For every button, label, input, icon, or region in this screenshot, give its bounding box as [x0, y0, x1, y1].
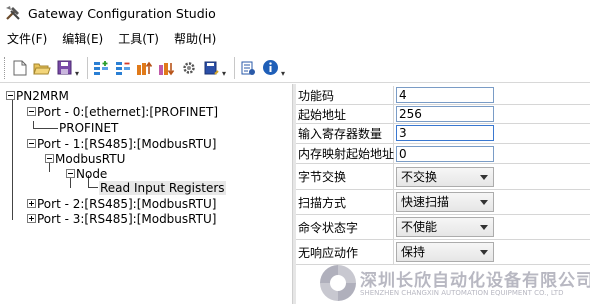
collapse-icon[interactable]: [45, 154, 54, 163]
tools-app-icon: [4, 4, 22, 22]
property-row: 命令状态字 不使能: [296, 215, 590, 240]
menu-help[interactable]: 帮助(H): [171, 29, 219, 49]
expand-icon[interactable]: [27, 214, 36, 223]
memory-map-start-field[interactable]: 0: [396, 146, 494, 162]
select-value: 保持: [401, 245, 426, 259]
company-watermark: 深圳长欣自动化设备有限公司 SHENZHEN CHANGXIN AUTOMATI…: [318, 262, 590, 304]
title-bar: Gateway Configuration Studio: [0, 0, 590, 26]
property-label: 输入寄存器数量: [296, 124, 394, 143]
chevron-down-icon: [480, 175, 488, 180]
tree-item-port1[interactable]: Port - 1:[RS485]:[ModbusRTU]: [27, 136, 216, 152]
tree-item-read-input-registers[interactable]: Read Input Registers: [99, 180, 226, 196]
watermark-company-name: 深圳长欣自动化设备有限公司: [360, 271, 590, 291]
tree-item-label: Port - 0:[ethernet]:[PROFINET]: [37, 105, 219, 119]
tree-connector: [88, 187, 98, 188]
property-row: 输入寄存器数量 3: [296, 124, 590, 144]
select-value: 不使能: [401, 220, 438, 234]
tree-item-root[interactable]: PN2MRM: [6, 88, 69, 104]
open-folder-icon[interactable]: [33, 58, 51, 78]
start-address-field[interactable]: 256: [396, 106, 494, 122]
menu-bar: 文件(F) 编辑(E) 工具(T) 帮助(H): [0, 28, 590, 50]
property-label: 无响应动作: [296, 240, 394, 264]
config-icon[interactable]: [239, 58, 257, 78]
property-row: 字节交换 不交换: [296, 164, 590, 190]
tree-item-label: PROFINET: [59, 121, 119, 135]
input-register-count-field[interactable]: 3: [396, 125, 494, 141]
tree-item-label: Port - 2:[RS485]:[ModbusRTU]: [37, 197, 217, 211]
tree-connector: [33, 128, 58, 129]
collapse-icon[interactable]: [27, 107, 36, 116]
tree-item-label: Read Input Registers: [99, 181, 226, 195]
tree-item-label: ModbusRTU: [55, 152, 126, 166]
chevron-down-icon: [480, 200, 488, 205]
select-value: 不交换: [401, 170, 438, 184]
window-title: Gateway Configuration Studio: [28, 5, 216, 21]
property-label: 功能码: [296, 86, 394, 104]
property-row: 扫描方式 快速扫描: [296, 190, 590, 215]
upload-icon[interactable]: [136, 58, 154, 78]
toolbar-separator: [87, 56, 89, 79]
chevron-down-icon: [480, 250, 488, 255]
collapse-icon[interactable]: [66, 169, 75, 178]
property-row: 起始地址 256: [296, 105, 590, 124]
tree-item-modbusrtu[interactable]: ModbusRTU: [45, 151, 125, 167]
new-file-icon[interactable]: [11, 58, 29, 78]
property-label: 起始地址: [296, 105, 394, 123]
watermark-company-name-en: SHENZHEN CHANGXIN AUTOMATION EQUIPMENT C…: [360, 289, 564, 297]
byte-swap-select[interactable]: 不交换: [396, 167, 494, 187]
property-label: 命令状态字: [296, 215, 394, 239]
no-response-action-select[interactable]: 保持: [396, 242, 494, 262]
menu-edit[interactable]: 编辑(E): [59, 29, 106, 49]
collapse-icon[interactable]: [6, 91, 15, 100]
tree-item-port2[interactable]: Port - 2:[RS485]:[ModbusRTU]: [27, 196, 216, 212]
property-label: 内存映射起始地址: [296, 144, 394, 163]
toolbar-grip[interactable]: [4, 56, 7, 79]
property-row: 功能码 4: [296, 86, 590, 105]
tree-item-label: Port - 1:[RS485]:[ModbusRTU]: [37, 137, 217, 151]
export-icon[interactable]: [202, 58, 220, 78]
function-code-field[interactable]: 4: [396, 87, 494, 103]
settings-icon[interactable]: [180, 58, 198, 78]
property-label: 字节交换: [296, 164, 394, 189]
menu-file[interactable]: 文件(F): [4, 29, 50, 49]
toolbar-overflow-icon-2[interactable]: ▾: [222, 69, 226, 78]
menu-tools[interactable]: 工具(T): [115, 29, 162, 49]
toolbar-separator-2: [234, 56, 236, 79]
collapse-icon[interactable]: [27, 139, 36, 148]
device-tree: PN2MRM Port - 0:[ethernet]:[PROFINET] PR…: [0, 84, 292, 304]
toolbar-overflow-icon-3[interactable]: ▾: [281, 69, 285, 78]
save-icon[interactable]: [55, 58, 73, 78]
tree-item-port0[interactable]: Port - 0:[ethernet]:[PROFINET]: [27, 104, 218, 120]
tree-item-profinet[interactable]: PROFINET: [59, 120, 118, 136]
toolbar-overflow-icon[interactable]: ▾: [75, 69, 79, 78]
expand-icon[interactable]: [27, 199, 36, 208]
property-row: 内存映射起始地址 0: [296, 144, 590, 164]
select-value: 快速扫描: [401, 195, 450, 209]
info-icon[interactable]: [261, 58, 279, 78]
property-label: 扫描方式: [296, 190, 394, 214]
company-logo-icon: [320, 265, 356, 301]
tree-item-label: PN2MRM: [16, 89, 69, 103]
tree-item-label: Node: [76, 167, 108, 181]
add-node-icon[interactable]: [92, 58, 110, 78]
chevron-down-icon: [480, 225, 488, 230]
download-icon[interactable]: [158, 58, 176, 78]
tree-connector: [12, 98, 13, 220]
tree-item-label: Port - 3:[RS485]:[ModbusRTU]: [37, 212, 217, 226]
command-status-select[interactable]: 不使能: [396, 217, 494, 237]
remove-node-icon[interactable]: [114, 58, 132, 78]
toolbar: ▾ ▾ ▾: [0, 53, 590, 83]
scan-mode-select[interactable]: 快速扫描: [396, 192, 494, 212]
tree-item-port3[interactable]: Port - 3:[RS485]:[ModbusRTU]: [27, 211, 216, 227]
